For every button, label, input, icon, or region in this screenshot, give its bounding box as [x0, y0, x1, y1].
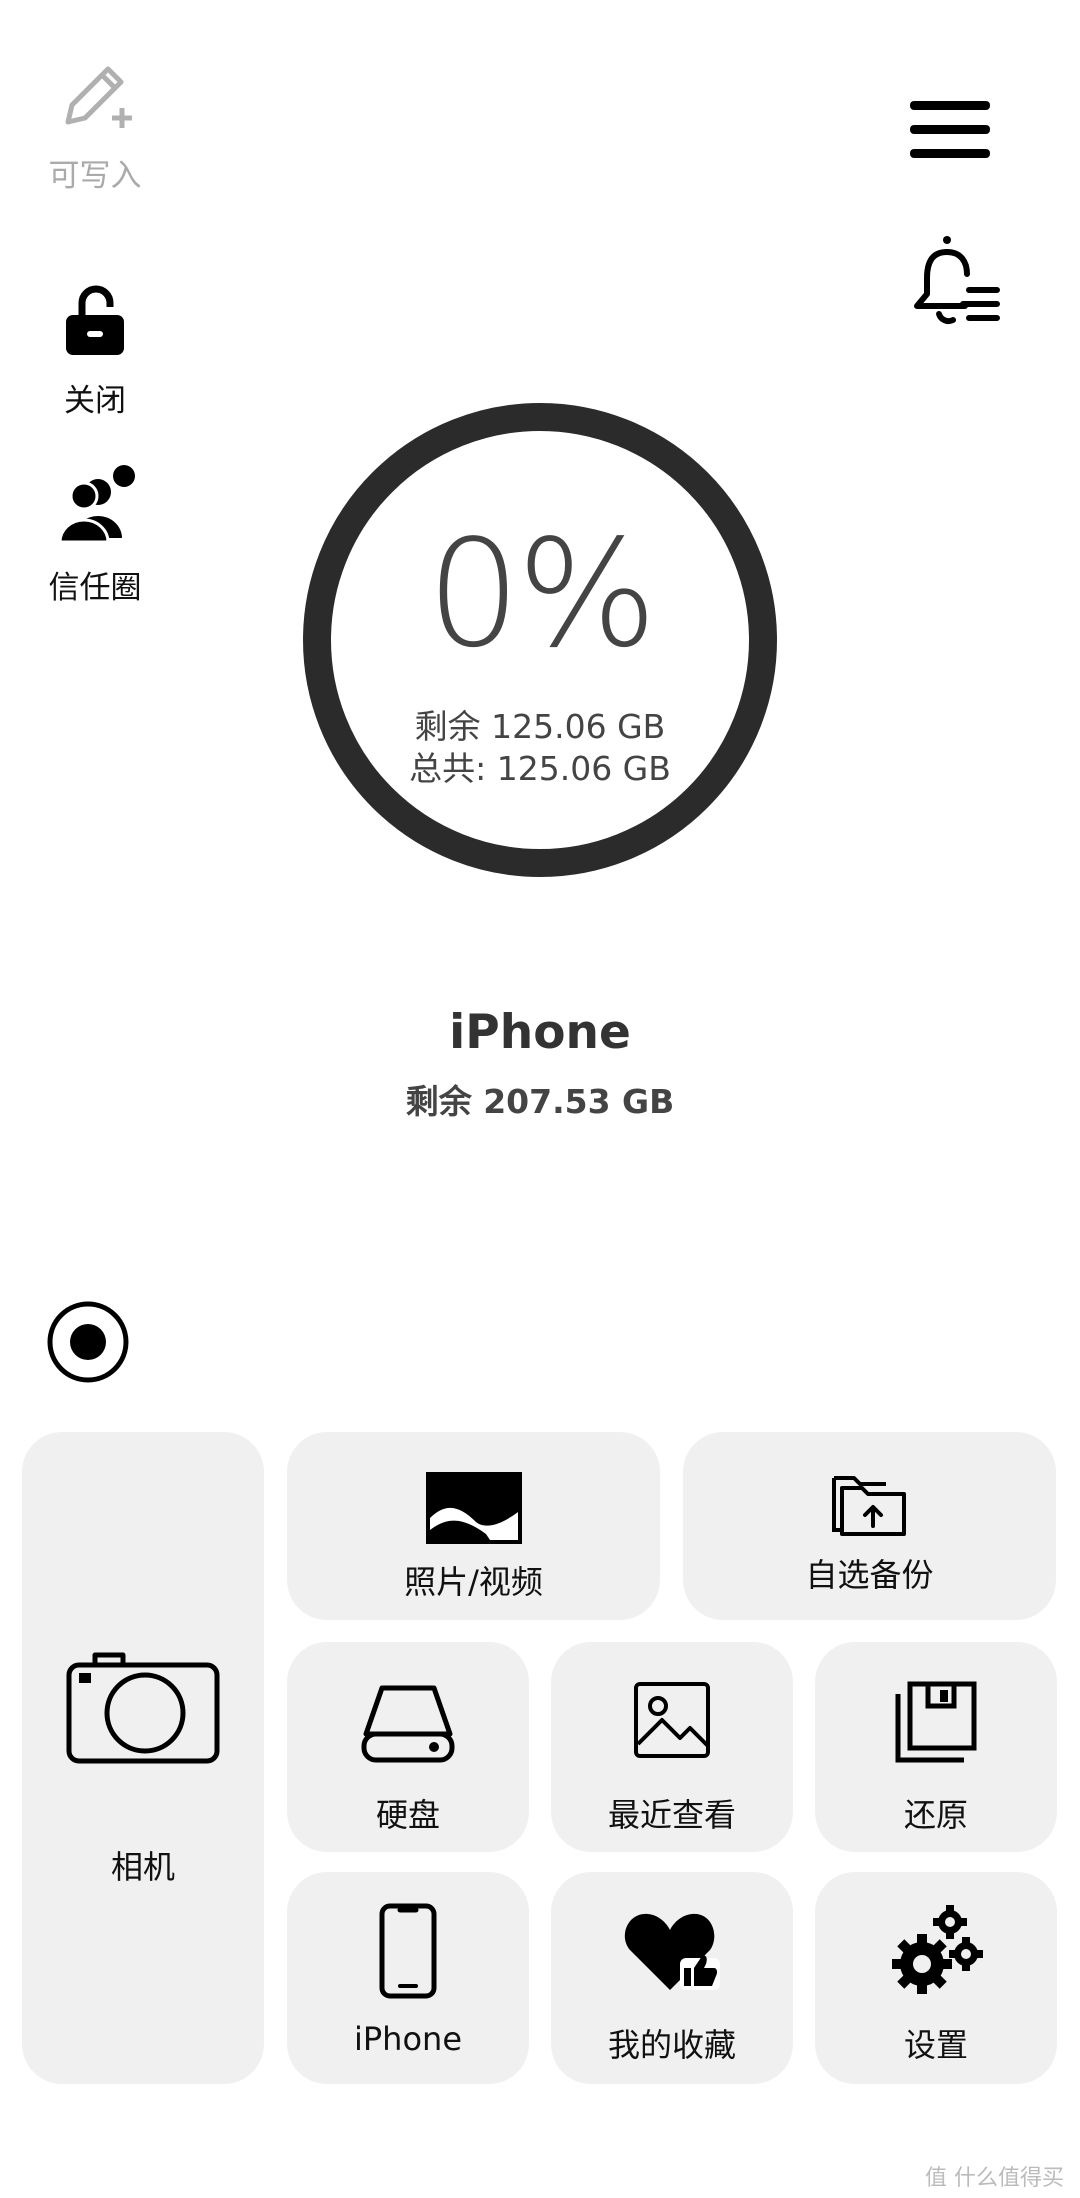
- save-stack-icon: [895, 1681, 977, 1763]
- backup-tile[interactable]: 自选备份: [683, 1432, 1056, 1620]
- folder-upload-icon: [831, 1476, 906, 1536]
- iphone-tile[interactable]: iPhone: [287, 1872, 529, 2084]
- restore-label: 还原: [903, 1796, 968, 1834]
- favorites-label: 我的收藏: [607, 2026, 736, 2064]
- heart-thumbs-up-icon: [624, 1913, 720, 1990]
- trust-circle[interactable]: 信任圈: [30, 462, 160, 607]
- storage-gauge: 0% 剩余 125.06 GB 总共: 125.06 GB: [300, 400, 780, 880]
- disk-tile[interactable]: 硬盘: [287, 1642, 529, 1852]
- device-remaining: 剩余 207.53 GB: [405, 1082, 675, 1121]
- phone-icon: [379, 1903, 437, 1999]
- settings-tile[interactable]: 设置: [815, 1872, 1057, 2084]
- photos-tile[interactable]: 照片/视频: [287, 1432, 660, 1620]
- backup-label: 自选备份: [805, 1556, 934, 1594]
- storage-remaining: 剩余 125.06 GB: [414, 707, 666, 746]
- device-name: iPhone: [449, 1005, 631, 1060]
- gears-icon: [892, 1905, 983, 1994]
- hard-drive-icon: [361, 1685, 455, 1763]
- lock-label: 关闭: [64, 383, 126, 419]
- users-icon: [58, 465, 135, 544]
- photo-icon: [425, 1472, 522, 1544]
- unlock-icon: [66, 285, 124, 355]
- photos-label: 照片/视频: [404, 1563, 543, 1601]
- recent-tile[interactable]: 最近查看: [551, 1642, 793, 1852]
- write-toggle[interactable]: 可写入: [30, 50, 160, 195]
- write-label: 可写入: [48, 158, 142, 194]
- trust-label: 信任圈: [48, 570, 142, 606]
- recent-label: 最近查看: [607, 1796, 736, 1834]
- pencil-plus-icon: [65, 66, 132, 128]
- storage-total: 总共: 125.06 GB: [409, 749, 671, 788]
- disk-label: 硬盘: [375, 1796, 440, 1834]
- bell-list-icon[interactable]: [905, 232, 1005, 337]
- favorites-tile[interactable]: 我的收藏: [551, 1872, 793, 2084]
- watermark: 值 什么值得买: [925, 2166, 1064, 2191]
- iphone-label: iPhone: [353, 2020, 462, 2058]
- hamburger-menu-icon[interactable]: [905, 95, 995, 165]
- camera-icon: [66, 1652, 220, 1764]
- image-icon: [634, 1682, 710, 1758]
- camera-tile[interactable]: 相机: [22, 1432, 264, 2084]
- restore-tile[interactable]: 还原: [815, 1642, 1057, 1852]
- settings-label: 设置: [903, 2026, 968, 2064]
- record-icon[interactable]: [46, 1300, 130, 1384]
- camera-label: 相机: [110, 1848, 175, 1886]
- storage-percent: 0%: [426, 508, 658, 680]
- lock-toggle[interactable]: 关闭: [30, 275, 160, 420]
